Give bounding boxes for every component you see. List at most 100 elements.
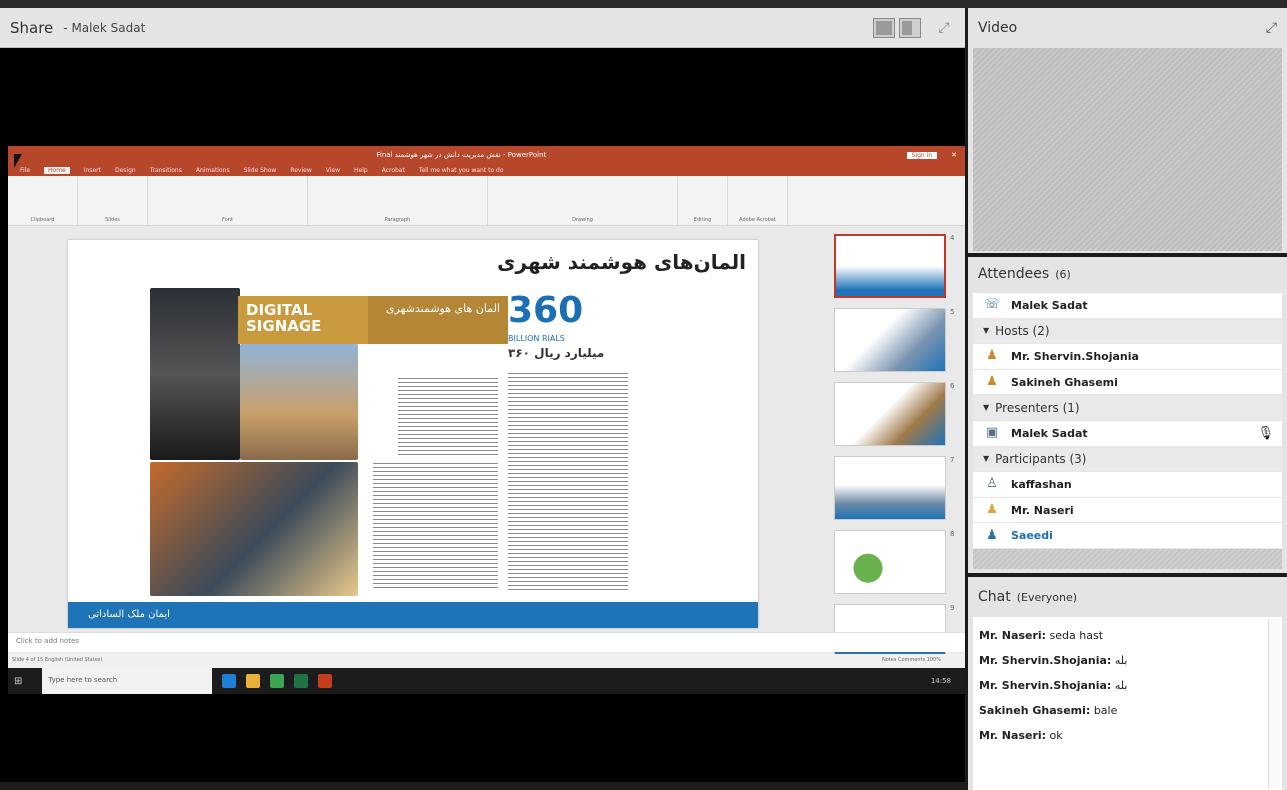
text-column bbox=[508, 370, 628, 590]
chat-text: بله bbox=[1114, 679, 1128, 692]
windows-start-icon[interactable]: ⊞ bbox=[14, 676, 22, 687]
ppt-ribbon: Clipboard Slides Font Paragraph Drawing … bbox=[8, 176, 965, 226]
chrome-icon[interactable] bbox=[270, 674, 285, 688]
ppt-tab[interactable]: Animations bbox=[196, 167, 230, 174]
attendee-name: kaffashan bbox=[1011, 477, 1072, 491]
notes-area[interactable]: Click to add notes bbox=[8, 632, 965, 652]
powerpoint-icon[interactable] bbox=[318, 674, 333, 688]
ppt-tab[interactable]: Slide Show bbox=[244, 167, 277, 174]
fit-layout-icon[interactable] bbox=[873, 17, 895, 38]
taskbar-clock: 14:58 bbox=[930, 677, 951, 685]
chat-scope: (Everyone) bbox=[1016, 590, 1078, 604]
chat-sender: Mr. Naseri: bbox=[979, 729, 1047, 742]
collapse-triangle-icon: ▼ bbox=[983, 454, 990, 464]
ppt-window-title: Final نقش مدیریت دانش در شهر هوشمند - Po… bbox=[376, 151, 547, 159]
slide-thumbnail[interactable] bbox=[834, 530, 946, 594]
chat-sender: Mr. Shervin.Shojania: bbox=[979, 654, 1112, 667]
ribbon-group: Editing bbox=[678, 176, 728, 225]
video-area bbox=[973, 48, 1282, 251]
attendee-row[interactable]: ♟ Mr. Shervin.Shojania bbox=[973, 344, 1282, 370]
ppt-tab[interactable]: Help bbox=[354, 167, 368, 174]
attendee-row-self[interactable]: ♟ Saeedi bbox=[973, 523, 1282, 549]
group-hosts[interactable]: ▼ Hosts (2) bbox=[973, 318, 1282, 345]
participant-icon: ♟ bbox=[986, 502, 998, 518]
presenter-name: - Malek Sadat bbox=[63, 20, 146, 35]
chat-scrollbar[interactable] bbox=[1268, 619, 1280, 788]
slide-thumbnail[interactable] bbox=[834, 234, 946, 298]
slide-thumbnail[interactable] bbox=[834, 308, 946, 372]
windows-taskbar: ⊞ Type here to search 14:58 bbox=[8, 668, 965, 694]
ppt-tab[interactable]: Home bbox=[44, 166, 70, 174]
excel-icon[interactable] bbox=[294, 674, 309, 688]
ppt-workspace: المان‌های هوشمند شهری DIGITAL SIGNAGE ال… bbox=[8, 226, 965, 668]
ppt-tab[interactable]: Review bbox=[290, 167, 311, 174]
group-label: Presenters (1) bbox=[995, 400, 1080, 415]
chat-message: Sakineh Ghasemi: bale bbox=[979, 698, 1276, 723]
status-left: Slide 4 of 15 English (United States) bbox=[12, 657, 103, 663]
ribbon-group: Font bbox=[148, 176, 308, 225]
billion-label: BILLION RIALS bbox=[508, 334, 565, 343]
chat-text: ok bbox=[1049, 729, 1063, 742]
chat-message: Mr. Naseri: seda hast bbox=[979, 623, 1276, 648]
street-photo bbox=[240, 344, 358, 460]
slide-footer: ایمان ملک الساداتی bbox=[68, 602, 758, 628]
split-layout-icon[interactable] bbox=[899, 17, 921, 38]
fa-label: المان های هوشمندشهری bbox=[368, 296, 508, 344]
video-pod: Video ⤢ bbox=[968, 8, 1287, 253]
slide-thumbnail[interactable] bbox=[834, 456, 946, 520]
group-presenters[interactable]: ▼ Presenters (1) bbox=[973, 395, 1282, 421]
mouse-cursor-icon bbox=[14, 154, 22, 168]
share-title: Share bbox=[10, 18, 54, 37]
attendee-row[interactable]: ☏ Malek Sadat bbox=[973, 293, 1282, 319]
fa-amount: ۳۶۰ میلیارد ریال bbox=[508, 346, 605, 360]
fullscreen-icon[interactable]: ⤢ bbox=[1266, 20, 1277, 36]
attendee-name: Mr. Naseri bbox=[1011, 503, 1074, 517]
ppt-tab[interactable]: Transitions bbox=[150, 167, 182, 174]
edge-icon[interactable] bbox=[222, 674, 237, 688]
ppt-tab[interactable]: Design bbox=[115, 167, 136, 174]
ribbon-group: Drawing bbox=[488, 176, 678, 225]
host-user-icon: ♟ bbox=[986, 348, 998, 364]
ppt-tab[interactable]: Insert bbox=[84, 167, 101, 174]
chat-pod: Chat (Everyone) Mr. Naseri: seda hast Mr… bbox=[968, 577, 1287, 790]
host-user-icon: ♟ bbox=[986, 374, 998, 390]
ppt-title-bar: Final نقش مدیریت دانش در شهر هوشمند - Po… bbox=[8, 146, 965, 164]
slide-number: 9 bbox=[950, 604, 955, 612]
participant-icon: ♟ bbox=[986, 527, 998, 543]
group-participants[interactable]: ▼ Participants (3) bbox=[973, 446, 1282, 473]
info-table bbox=[398, 375, 498, 455]
text-column bbox=[373, 460, 498, 590]
ppt-close-icon[interactable]: ✕ bbox=[951, 151, 957, 159]
slide-thumbnail[interactable] bbox=[834, 382, 946, 446]
chat-sender: Sakineh Ghasemi: bbox=[979, 704, 1091, 717]
taskbar-search[interactable]: Type here to search bbox=[42, 668, 213, 694]
explorer-icon[interactable] bbox=[246, 674, 261, 688]
ppt-tab[interactable]: View bbox=[326, 167, 340, 174]
slide-number: 5 bbox=[950, 308, 955, 316]
ppt-tab[interactable]: Acrobat bbox=[382, 167, 405, 174]
attendee-name: Saeedi bbox=[1011, 529, 1053, 543]
attendees-pod: Attendees (6) ☏ Malek Sadat ▼ Hosts (2) … bbox=[968, 257, 1287, 573]
collapse-triangle-icon: ▼ bbox=[983, 326, 990, 336]
ppt-tell-me[interactable]: Tell me what you want to do bbox=[419, 167, 504, 174]
slide-number: 8 bbox=[950, 530, 955, 538]
ribbon-group: Paragraph bbox=[308, 176, 488, 225]
attendee-list: ☏ Malek Sadat ▼ Hosts (2) ♟ Mr. Shervin.… bbox=[973, 293, 1282, 549]
attendees-title: Attendees bbox=[978, 266, 1050, 282]
slide-thumbnails: 4 5 6 7 8 9 bbox=[832, 226, 965, 668]
chat-title: Chat bbox=[978, 589, 1011, 605]
microphone-icon: 🎙 bbox=[1257, 425, 1274, 441]
attendees-count: (6) bbox=[1055, 267, 1071, 281]
shared-screen: Final نقش مدیریت دانش در شهر هوشمند - Po… bbox=[8, 146, 965, 694]
ppt-signin-button[interactable]: Sign in bbox=[906, 151, 938, 159]
chat-text: bale bbox=[1093, 704, 1118, 717]
chat-message: Mr. Naseri: ok bbox=[979, 723, 1276, 748]
attendee-row[interactable]: ♟ Mr. Naseri bbox=[973, 498, 1282, 524]
fullscreen-icon[interactable]: ⤢ bbox=[933, 18, 955, 38]
slide-canvas: المان‌های هوشمند شهری DIGITAL SIGNAGE ال… bbox=[68, 240, 758, 628]
chat-message: Mr. Shervin.Shojania: بله bbox=[979, 673, 1276, 698]
attendee-row[interactable]: ▣ Malek Sadat 🎙 bbox=[973, 421, 1282, 447]
phone-icon: ☏ bbox=[983, 297, 1001, 313]
attendee-row[interactable]: ♙ kaffashan bbox=[973, 472, 1282, 498]
attendee-row[interactable]: ♟ Sakineh Ghasemi bbox=[973, 370, 1282, 396]
